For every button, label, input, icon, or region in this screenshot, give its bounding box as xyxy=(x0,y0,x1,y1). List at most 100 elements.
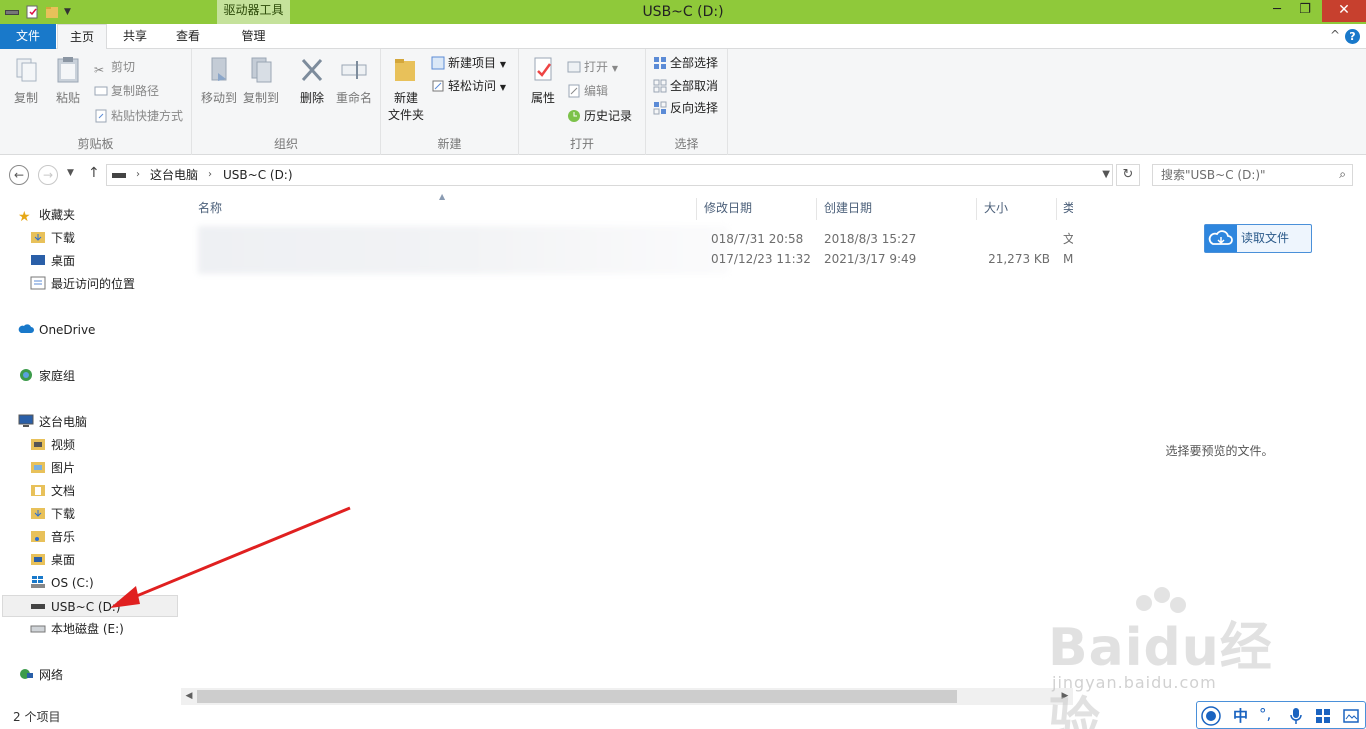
easy-access-button[interactable]: 轻松访问 ▼ xyxy=(431,76,506,96)
column-header-modified[interactable]: 修改日期 xyxy=(704,196,814,222)
nav-pc-music[interactable]: 音乐 xyxy=(30,526,75,548)
select-group: 全部选择 全部取消 反向选择 选择 xyxy=(646,49,728,155)
properties-icon[interactable] xyxy=(24,4,40,20)
column-header-type[interactable]: 类 xyxy=(1063,196,1073,222)
nav-pc-drive-e[interactable]: 本地磁盘 (E:) xyxy=(30,618,124,640)
skin-settings-icon[interactable] xyxy=(1343,708,1359,724)
punctuation-icon[interactable]: °, xyxy=(1259,705,1271,723)
tab-file[interactable]: 文件 xyxy=(0,24,56,49)
column-header-size[interactable]: 大小 xyxy=(984,196,1054,222)
new-folder-icon[interactable] xyxy=(44,4,60,20)
scrollbar-thumb[interactable] xyxy=(197,690,957,703)
paste-shortcut-button[interactable]: 粘贴快捷方式 xyxy=(94,106,183,126)
column-header-created[interactable]: 创建日期 xyxy=(824,196,974,222)
tab-manage[interactable]: 管理 xyxy=(217,24,290,49)
copy-path-button[interactable]: 复制路径 xyxy=(94,81,159,101)
chevron-down-icon[interactable]: ▼ xyxy=(64,7,71,17)
nav-favorites[interactable]: ★ 收藏夹 xyxy=(18,204,75,226)
invert-selection-button[interactable]: 反向选择 xyxy=(653,98,718,118)
column-divider[interactable] xyxy=(696,198,697,220)
file-modified: 017/12/23 11:32 xyxy=(711,252,811,266)
scroll-right-icon[interactable]: ▶ xyxy=(1057,688,1073,705)
back-button[interactable]: ← xyxy=(9,165,29,185)
scroll-left-icon[interactable]: ◀ xyxy=(181,688,197,705)
drive-tools-context-header: 驱动器工具 xyxy=(217,0,290,24)
search-box[interactable]: ⌕ xyxy=(1152,164,1353,186)
select-all-button[interactable]: 全部选择 xyxy=(653,53,718,73)
close-button[interactable]: ✕ xyxy=(1322,0,1366,22)
nav-pc-drive-c[interactable]: OS (C:) xyxy=(30,572,94,594)
ribbon-collapse-icon[interactable]: ^ xyxy=(1330,28,1340,42)
column-divider[interactable] xyxy=(1056,198,1057,220)
forward-button[interactable]: → xyxy=(38,165,58,185)
nav-pc-pictures[interactable]: 图片 xyxy=(30,457,75,479)
nav-onedrive[interactable]: OneDrive xyxy=(18,319,95,341)
recent-places-icon xyxy=(30,276,46,290)
file-row[interactable]: 017/12/23 11:32 2021/3/17 9:49 21,273 KB… xyxy=(181,249,1073,269)
title-bar: ▼ 驱动器工具 USB~C (D:) ─ ❐ ✕ xyxy=(0,0,1366,24)
toolbox-grid-icon[interactable] xyxy=(1315,708,1331,724)
nav-pc-drive-d[interactable]: USB~C (D:) xyxy=(2,595,178,617)
rename-button[interactable]: 重命名 xyxy=(332,55,376,106)
search-icon[interactable]: ⌕ xyxy=(1339,167,1346,182)
breadcrumb-usb-drive[interactable]: USB~C (D:) xyxy=(223,165,293,185)
invert-selection-icon xyxy=(653,101,667,115)
file-row[interactable]: 018/7/31 20:58 2018/8/3 15:27 文 xyxy=(181,229,1073,249)
search-input[interactable] xyxy=(1153,165,1323,185)
nav-fav-recent[interactable]: 最近访问的位置 xyxy=(30,273,135,295)
new-item-button[interactable]: 新建项目 ▼ xyxy=(431,53,506,73)
address-bar[interactable]: › 这台电脑 › USB~C (D:) ▼ xyxy=(106,164,1113,186)
nav-pc-desktop[interactable]: 桌面 xyxy=(30,549,75,571)
star-icon: ★ xyxy=(18,209,31,225)
breadcrumb-this-pc[interactable]: 这台电脑 xyxy=(150,165,198,185)
maximize-button[interactable]: ❐ xyxy=(1290,0,1320,22)
select-group-label: 选择 xyxy=(674,137,699,151)
open-button[interactable]: 打开 ▼ xyxy=(567,57,618,77)
tab-share[interactable]: 共享 xyxy=(110,24,160,49)
desktop-folder-icon xyxy=(31,554,45,565)
column-header-name[interactable]: 名称 xyxy=(198,196,696,222)
new-folder-button[interactable]: 新建 文件夹 xyxy=(385,55,427,123)
select-none-button[interactable]: 全部取消 xyxy=(653,76,718,96)
read-file-button[interactable]: 读取文件 xyxy=(1204,224,1312,253)
delete-button[interactable]: 删除 xyxy=(292,55,332,106)
nav-pc-videos[interactable]: 视频 xyxy=(30,434,75,456)
help-icon[interactable]: ? xyxy=(1345,29,1360,44)
videos-folder-icon xyxy=(31,439,45,450)
up-arrow-icon[interactable]: ↑ xyxy=(88,165,100,181)
properties-button[interactable]: 属性 xyxy=(525,55,561,106)
breadcrumb-separator-icon[interactable]: › xyxy=(208,165,212,185)
refresh-button[interactable]: ↻ xyxy=(1116,164,1140,186)
column-divider[interactable] xyxy=(976,198,977,220)
address-dropdown-icon[interactable]: ▼ xyxy=(1102,165,1110,185)
file-type: 文 xyxy=(1063,232,1073,246)
nav-fav-desktop[interactable]: 桌面 xyxy=(30,250,75,272)
horizontal-scrollbar[interactable]: ◀ ▶ xyxy=(181,688,1073,705)
ime-mode-label[interactable]: 中 xyxy=(1233,705,1248,726)
ifly-logo-icon[interactable] xyxy=(1201,706,1221,726)
copy-button[interactable]: 复制 xyxy=(6,55,46,106)
tab-view[interactable]: 查看 xyxy=(163,24,213,49)
paste-button[interactable]: 粘贴 xyxy=(48,55,88,106)
nav-pc-documents[interactable]: 文档 xyxy=(30,480,75,502)
item-count: 2 个项目 xyxy=(13,710,61,724)
tab-home[interactable]: 主页 xyxy=(57,24,107,50)
ime-toolbar[interactable]: 中 °, xyxy=(1196,701,1366,729)
microphone-icon[interactable] xyxy=(1289,707,1303,725)
breadcrumb-separator-icon[interactable]: › xyxy=(136,165,140,185)
paste-icon xyxy=(57,57,79,83)
column-divider[interactable] xyxy=(816,198,817,220)
nav-pc-downloads[interactable]: 下载 xyxy=(30,503,75,525)
minimize-button[interactable]: ─ xyxy=(1262,0,1292,22)
recent-locations-icon[interactable]: ▼ xyxy=(67,168,74,178)
new-group-label: 新建 xyxy=(437,137,462,151)
nav-fav-downloads[interactable]: 下载 xyxy=(30,227,75,249)
copy-to-button[interactable]: 复制到 xyxy=(240,55,282,106)
history-button[interactable]: 历史记录 xyxy=(567,106,632,126)
nav-network[interactable]: 网络 xyxy=(18,664,63,686)
nav-this-pc[interactable]: 这台电脑 xyxy=(18,411,87,433)
nav-homegroup[interactable]: 家庭组 xyxy=(18,365,75,387)
move-to-button[interactable]: 移动到 xyxy=(198,55,240,106)
cut-button[interactable]: ✂ 剪切 xyxy=(94,57,135,77)
edit-button[interactable]: 编辑 xyxy=(567,81,608,101)
